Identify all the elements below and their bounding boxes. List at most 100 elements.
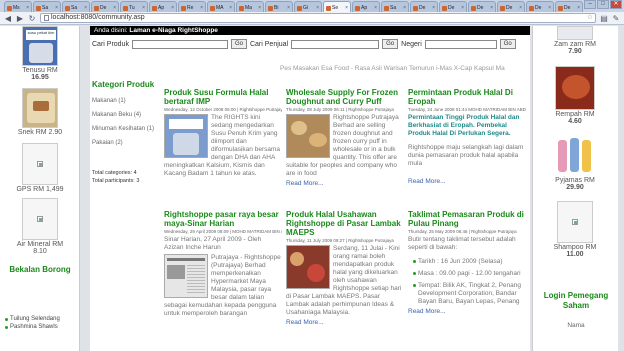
article-title[interactable]: Rightshoppe pasar raya besar maya-Sinar …: [164, 210, 282, 228]
product-marquee[interactable]: Pes Masakan Esa Food - Rasa Asli Warisan…: [280, 65, 505, 72]
tab-label: Sa: [390, 5, 397, 11]
can-image: [173, 133, 199, 155]
side-product-gps[interactable]: GPS RM 1,499: [4, 143, 76, 193]
close-tab-icon[interactable]: ×: [432, 5, 435, 11]
maximize-button[interactable]: □: [597, 0, 609, 9]
product-thumbnail[interactable]: [22, 143, 58, 185]
close-tab-icon[interactable]: ×: [171, 5, 174, 11]
close-tab-icon[interactable]: ×: [229, 5, 232, 11]
close-tab-icon[interactable]: ×: [26, 5, 29, 11]
browser-tab[interactable]: De ×: [526, 1, 554, 12]
browser-tab[interactable]: De ×: [91, 1, 119, 12]
close-tab-icon[interactable]: ×: [287, 5, 290, 11]
side-product-pyjamas[interactable]: Pyjamas RM 29.90: [539, 134, 611, 191]
article-title[interactable]: Produk Halal Usahawan Rightshoppe di Pas…: [286, 210, 404, 237]
favicon-icon: [413, 5, 418, 11]
cari-penjual-input[interactable]: [291, 39, 380, 49]
back-icon[interactable]: ◀: [4, 14, 12, 23]
browser-tab[interactable]: Ms ×: [4, 1, 32, 12]
cari-penjual-go-button[interactable]: Go: [382, 39, 399, 49]
product-thumbnail[interactable]: [555, 134, 595, 176]
cari-produk-input[interactable]: [131, 39, 228, 49]
close-tab-icon[interactable]: ×: [548, 5, 551, 11]
close-tab-icon[interactable]: ×: [345, 5, 348, 11]
browser-tab[interactable]: Ma ×: [236, 1, 264, 12]
side-product-tenusu[interactable]: susu pekat kim Tenusu RM 16.95: [4, 26, 76, 81]
forward-icon[interactable]: ▶: [16, 14, 24, 23]
close-tab-icon[interactable]: ×: [200, 5, 203, 11]
product-thumbnail[interactable]: [22, 198, 58, 240]
browser-tab[interactable]: Sa ×: [62, 1, 90, 12]
close-tab-icon[interactable]: ×: [55, 5, 58, 11]
favicon-icon: [152, 5, 157, 11]
close-tab-icon[interactable]: ×: [113, 5, 116, 11]
product-thumbnail[interactable]: [555, 66, 595, 110]
side-product-air-mineral[interactable]: Air Mineral RM 8.10: [4, 198, 76, 255]
browser-tab[interactable]: De ×: [439, 1, 467, 12]
browser-tab[interactable]: Ap ×: [352, 1, 380, 12]
browser-tab[interactable]: De ×: [555, 1, 583, 12]
close-tab-icon[interactable]: ×: [490, 5, 493, 11]
browser-tab[interactable]: Se ×: [323, 1, 351, 12]
side-product-rempah[interactable]: Rempah RM 4.60: [539, 66, 611, 125]
negeri-input[interactable]: [424, 39, 497, 49]
side-product-shampoo[interactable]: Shampoo RM 11.00: [539, 201, 611, 258]
browser-tab[interactable]: Gi ×: [294, 1, 322, 12]
breadcrumb-link[interactable]: Laman e-Niaga RightShoppe: [129, 27, 217, 34]
category-item[interactable]: Makanan (1): [92, 98, 158, 104]
article-image[interactable]: [164, 114, 208, 158]
close-tab-icon[interactable]: ×: [403, 5, 406, 11]
browser-tab[interactable]: Bi ×: [265, 1, 293, 12]
article-title[interactable]: Wholesale Supply For Frozen Doughnut and…: [286, 88, 404, 106]
read-more-link[interactable]: Read More...: [286, 180, 404, 187]
product-thumbnail[interactable]: [22, 88, 58, 128]
side-product-snek[interactable]: Snek RM 2.90: [4, 88, 76, 136]
article-image[interactable]: [286, 114, 330, 158]
read-more-link[interactable]: Read More...: [408, 178, 526, 185]
browser-tab[interactable]: De ×: [497, 1, 525, 12]
browser-tab[interactable]: MA ×: [207, 1, 235, 12]
close-tab-icon[interactable]: ×: [461, 5, 464, 11]
page-menu-icon[interactable]: ▤: [600, 14, 608, 23]
browser-tab[interactable]: De ×: [468, 1, 496, 12]
browser-tab[interactable]: Re ×: [178, 1, 206, 12]
browser-tab[interactable]: Sa ×: [381, 1, 409, 12]
reload-icon[interactable]: ↻: [28, 14, 36, 23]
article-title[interactable]: Produk Susu Formula Halal bertaraf IMP: [164, 88, 282, 106]
cari-produk-go-button[interactable]: Go: [230, 39, 247, 49]
read-more-link[interactable]: Read More...: [408, 308, 526, 315]
product-thumbnail[interactable]: [557, 201, 593, 243]
bookmark-star-icon[interactable]: ☆: [587, 14, 595, 22]
list-item[interactable]: Tuilung Selendang: [0, 316, 80, 322]
wrench-icon[interactable]: ✎: [612, 14, 620, 23]
close-tab-icon[interactable]: ×: [519, 5, 522, 11]
close-tab-icon[interactable]: ×: [142, 5, 145, 11]
article-title[interactable]: Permintaan Produk Halal Di Eropah: [408, 88, 526, 106]
article-image[interactable]: [286, 245, 330, 289]
category-item[interactable]: Pakaian (2): [92, 140, 158, 146]
close-tab-icon[interactable]: ×: [577, 5, 580, 11]
browser-tab[interactable]: Sa ×: [33, 1, 61, 12]
read-more-link[interactable]: Read More...: [286, 319, 404, 326]
product-thumbnail[interactable]: susu pekat kim: [22, 26, 58, 66]
list-item: Tarikh : 16 Jun 2009 (Selasa): [408, 258, 526, 266]
close-tab-icon[interactable]: ×: [374, 5, 377, 11]
minimize-button[interactable]: –: [584, 0, 596, 9]
browser-tab[interactable]: De ×: [410, 1, 438, 12]
list-item[interactable]: Pashmina Shawls: [0, 324, 80, 330]
browser-tab[interactable]: Tu ×: [120, 1, 148, 12]
category-item[interactable]: Makanan Beku (4): [92, 112, 158, 118]
close-tab-icon[interactable]: ×: [84, 5, 87, 11]
side-product-zamzam[interactable]: Zam zam RM 7.90: [539, 26, 611, 55]
product-price: 4.60: [568, 118, 582, 125]
negeri-go-button[interactable]: Go: [499, 39, 516, 49]
close-window-button[interactable]: ✕: [610, 0, 622, 9]
browser-tab[interactable]: Ap ×: [149, 1, 177, 12]
address-bar[interactable]: localhost:8080/community.asp ☆: [40, 13, 596, 23]
close-tab-icon[interactable]: ×: [258, 5, 261, 11]
product-thumbnail[interactable]: [557, 26, 593, 40]
category-item[interactable]: Minuman Kesihatan (1): [92, 126, 158, 132]
article-image[interactable]: [164, 254, 208, 298]
close-tab-icon[interactable]: ×: [316, 5, 319, 11]
article-title[interactable]: Taklimat Pemasaran Produk di Pulau Pinan…: [408, 210, 526, 228]
